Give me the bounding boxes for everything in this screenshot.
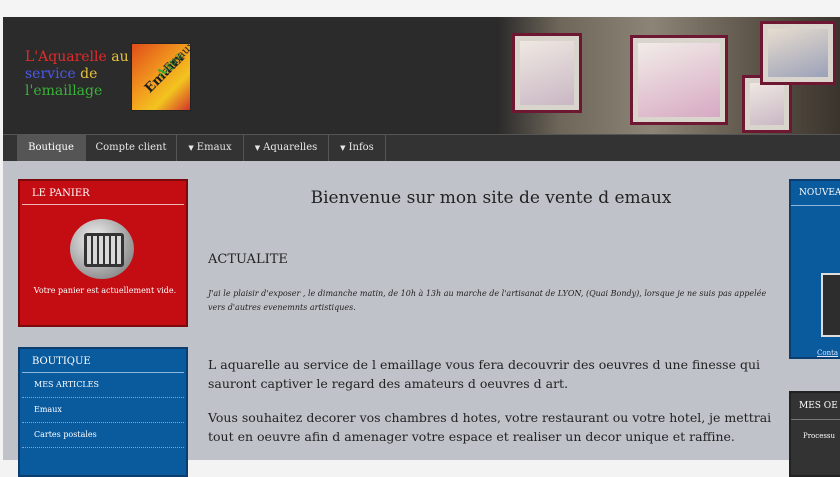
logo-word-emaillage: l'emaillage — [25, 83, 103, 99]
browser-top-strip — [0, 0, 840, 16]
shop-item-mes-articles[interactable]: MES ARTICLES — [22, 373, 184, 398]
gallery-frame — [760, 21, 836, 85]
new-items-title: NOUVEA — [791, 181, 840, 206]
contact-link[interactable]: Conta — [817, 349, 838, 357]
nav-label-infos: Infos — [348, 142, 374, 153]
my-works-panel: MES OE Processu — [789, 391, 840, 477]
cart-empty-text: Votre panier est actuellement vide. — [33, 286, 177, 295]
shop-panel-title: BOUTIQUE — [22, 349, 184, 373]
shopping-cart-icon[interactable] — [70, 219, 134, 279]
cart-panel-title: LE PANIER — [22, 181, 184, 205]
shop-panel: BOUTIQUE MES ARTICLES Emaux Cartes posta… — [18, 347, 188, 477]
services-paragraph: Vous souhaitez decorer vos chambres d ho… — [208, 410, 772, 444]
header-gallery-photo — [498, 17, 840, 134]
nav-item-boutique[interactable]: Boutique — [17, 135, 86, 161]
caret-down-icon: ▼ — [254, 144, 261, 152]
caret-down-icon: ▼ — [188, 144, 194, 152]
logo-word-service: service — [25, 66, 76, 82]
nav-label-compte-client: Compte client — [95, 142, 167, 153]
main-navigation: Boutique Compte client ▼ Emaux ▼ Aquarelle… — [3, 134, 840, 161]
site-header: L'Aquarelle au service de l'emaillage Em… — [3, 17, 840, 134]
nav-item-infos[interactable]: ▼ Infos — [329, 135, 386, 161]
site-logo-text[interactable]: L'Aquarelle au service de l'emaillage — [25, 49, 135, 100]
gallery-frame — [512, 33, 582, 113]
main-content: Bienvenue sur mon site de vente d emaux … — [191, 162, 791, 460]
site-container: L'Aquarelle au service de l'emaillage Em… — [3, 17, 840, 477]
nav-item-emaux[interactable]: ▼ Emaux — [177, 135, 244, 161]
nav-item-compte-client[interactable]: Compte client — [86, 135, 177, 161]
my-works-title: MES OE — [791, 393, 840, 420]
new-items-panel: NOUVEA Conta — [789, 179, 840, 359]
shop-item-cartes-postales[interactable]: Cartes postales — [22, 423, 184, 448]
my-works-item[interactable]: Processu — [791, 420, 840, 452]
nav-label-aquarelles: Aquarelles — [263, 142, 318, 153]
logo-word-de: de — [75, 66, 98, 82]
gallery-frame — [630, 35, 728, 125]
cart-panel: LE PANIER Votre panier est actuellement … — [18, 179, 188, 327]
logo-word-aquarelle: L'Aquarelle — [25, 49, 107, 65]
news-text: J'ai le plaisir d'exposer , le dimanche … — [208, 289, 767, 312]
news-heading: ACTUALITE — [208, 252, 288, 267]
nav-label-boutique: Boutique — [28, 142, 74, 153]
nav-item-aquarelles[interactable]: ▼ Aquarelles — [244, 135, 329, 161]
nav-label-emaux: Emaux — [196, 142, 232, 153]
logo-badge[interactable]: Emaux Aqua Emaux — [131, 38, 197, 111]
logo-word-au: au — [106, 49, 129, 65]
new-item-thumbnail[interactable] — [821, 273, 840, 337]
shop-item-emaux[interactable]: Emaux — [22, 398, 184, 423]
caret-down-icon: ▼ — [340, 144, 346, 152]
page-title: Bienvenue sur mon site de vente d emaux — [310, 188, 672, 208]
intro-paragraph: L aquarelle au service de l emaillage vo… — [208, 357, 761, 391]
